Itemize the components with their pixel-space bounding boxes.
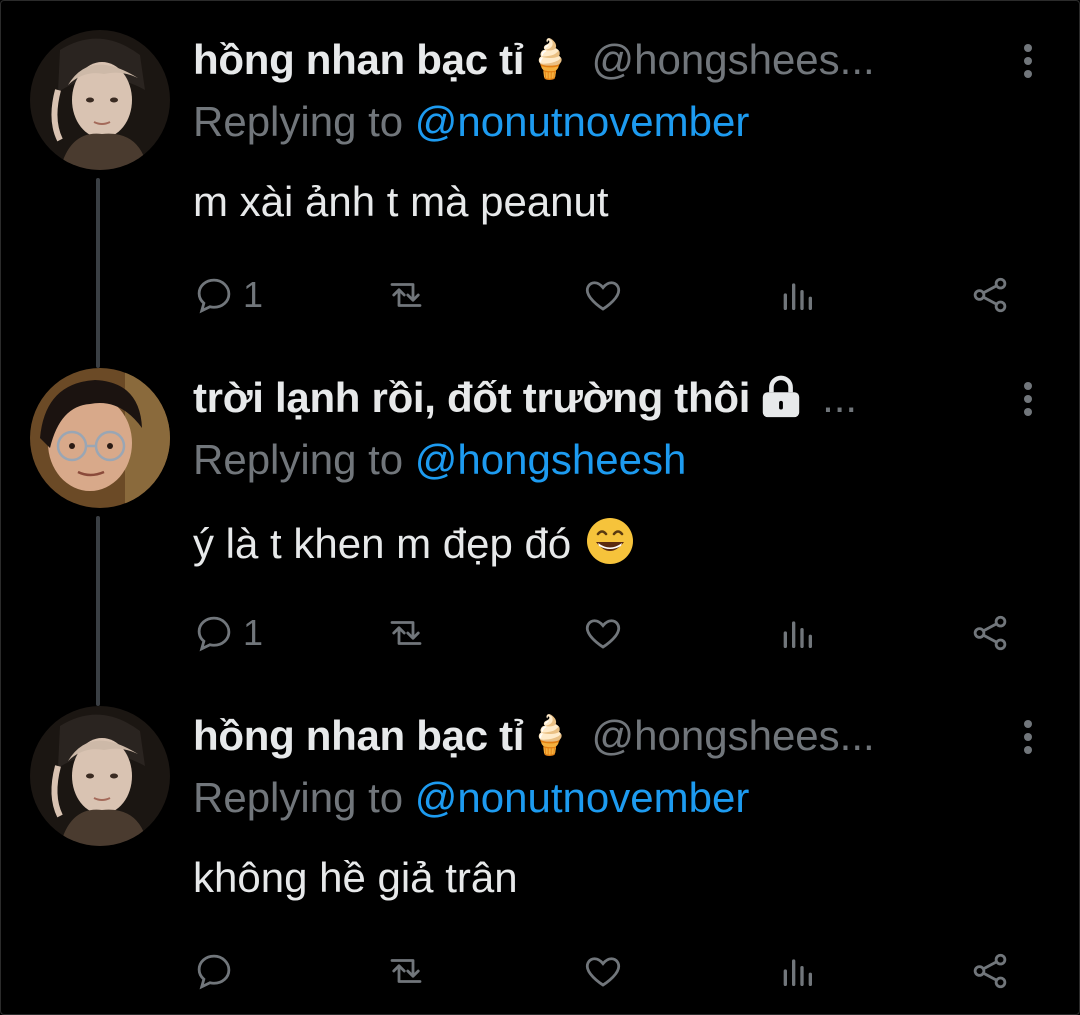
analytics-icon bbox=[783, 283, 812, 310]
mention-link[interactable]: @hongsheesh bbox=[415, 436, 687, 483]
mention-link[interactable]: @nonutnovember bbox=[415, 774, 750, 821]
mention-link[interactable]: @nonutnovember bbox=[415, 98, 750, 145]
share-icon bbox=[973, 277, 1007, 313]
tweet-text: ý là t khen m đẹp đó bbox=[193, 520, 572, 567]
replying-label: Replying to bbox=[193, 436, 415, 483]
heart-icon bbox=[585, 957, 621, 987]
display-name[interactable]: trời lạnh rồi, đốt trường thôi bbox=[193, 374, 750, 422]
tweet-header: trời lạnh rồi, đốt trường thôi ... bbox=[193, 368, 1020, 428]
action-bar: 1 bbox=[193, 608, 1023, 658]
avatar-photo bbox=[30, 368, 170, 508]
tweet-text: không hề giả trân bbox=[193, 854, 518, 901]
reply-icon bbox=[197, 616, 231, 652]
user-handle[interactable]: ... bbox=[822, 374, 857, 422]
tweet[interactable]: trời lạnh rồi, đốt trường thôi ... Reply… bbox=[0, 338, 1080, 676]
avatar[interactable] bbox=[30, 30, 170, 170]
tweet-text-container: ý là t khen m đẹp đó bbox=[193, 516, 635, 568]
reply-button[interactable] bbox=[193, 946, 243, 996]
tweet-header: hồng nhan bạc tỉ 🍦 @hongshees... bbox=[193, 30, 1020, 90]
reply-icon bbox=[197, 278, 231, 314]
share-button[interactable] bbox=[969, 270, 1011, 320]
retweet-icon bbox=[390, 621, 422, 645]
replying-to: Replying to @nonutnovember bbox=[193, 98, 749, 146]
more-options-icon[interactable] bbox=[1022, 382, 1034, 418]
retweet-button[interactable] bbox=[383, 270, 429, 320]
share-button[interactable] bbox=[969, 946, 1011, 996]
replying-to: Replying to @nonutnovember bbox=[193, 774, 749, 822]
tweet-header: hồng nhan bạc tỉ 🍦 @hongshees... bbox=[193, 706, 1020, 766]
replying-label: Replying to bbox=[193, 774, 415, 821]
like-button[interactable] bbox=[581, 270, 625, 320]
retweet-icon bbox=[390, 283, 422, 307]
analytics-icon bbox=[783, 621, 812, 648]
share-icon bbox=[973, 953, 1007, 989]
heart-icon bbox=[585, 281, 621, 311]
avatar[interactable] bbox=[30, 706, 170, 846]
user-handle[interactable]: @hongshees... bbox=[592, 712, 875, 760]
ice-cream-icon: 🍦 bbox=[526, 715, 574, 757]
avatar[interactable] bbox=[30, 368, 170, 508]
avatar-photo bbox=[30, 30, 170, 170]
user-handle[interactable]: @hongshees... bbox=[592, 36, 875, 84]
like-button[interactable] bbox=[581, 608, 625, 658]
like-button[interactable] bbox=[581, 946, 625, 996]
grinning-face-icon bbox=[587, 518, 634, 564]
tweet-text: m xài ảnh t mà peanut bbox=[193, 178, 609, 225]
share-icon bbox=[973, 615, 1007, 651]
analytics-button[interactable] bbox=[777, 270, 817, 320]
replying-to: Replying to @hongsheesh bbox=[193, 436, 686, 484]
more-options-icon[interactable] bbox=[1022, 720, 1034, 756]
tweet[interactable]: hồng nhan bạc tỉ 🍦 @hongshees... Replyin… bbox=[0, 676, 1080, 1014]
more-options-icon[interactable] bbox=[1022, 44, 1034, 80]
retweet-button[interactable] bbox=[383, 946, 429, 996]
analytics-button[interactable] bbox=[777, 946, 817, 996]
tweet[interactable]: hồng nhan bạc tỉ 🍦 @hongshees... Replyin… bbox=[0, 0, 1080, 338]
display-name[interactable]: hồng nhan bạc tỉ bbox=[193, 36, 524, 84]
reply-count: 1 bbox=[243, 274, 264, 315]
display-name[interactable]: hồng nhan bạc tỉ bbox=[193, 712, 524, 760]
retweet-icon bbox=[390, 959, 422, 983]
analytics-icon bbox=[783, 959, 812, 986]
reply-button[interactable]: 1 bbox=[193, 608, 263, 658]
avatar-photo bbox=[30, 706, 170, 846]
lock-icon bbox=[762, 375, 800, 418]
reply-icon bbox=[197, 954, 231, 990]
action-bar: 1 bbox=[193, 270, 1023, 320]
replying-label: Replying to bbox=[193, 98, 415, 145]
reply-count: 1 bbox=[243, 612, 264, 653]
ice-cream-icon: 🍦 bbox=[526, 39, 574, 81]
share-button[interactable] bbox=[969, 608, 1011, 658]
heart-icon bbox=[585, 619, 621, 649]
analytics-button[interactable] bbox=[777, 608, 817, 658]
retweet-button[interactable] bbox=[383, 608, 429, 658]
reply-button[interactable]: 1 bbox=[193, 270, 263, 320]
action-bar bbox=[193, 946, 1023, 996]
